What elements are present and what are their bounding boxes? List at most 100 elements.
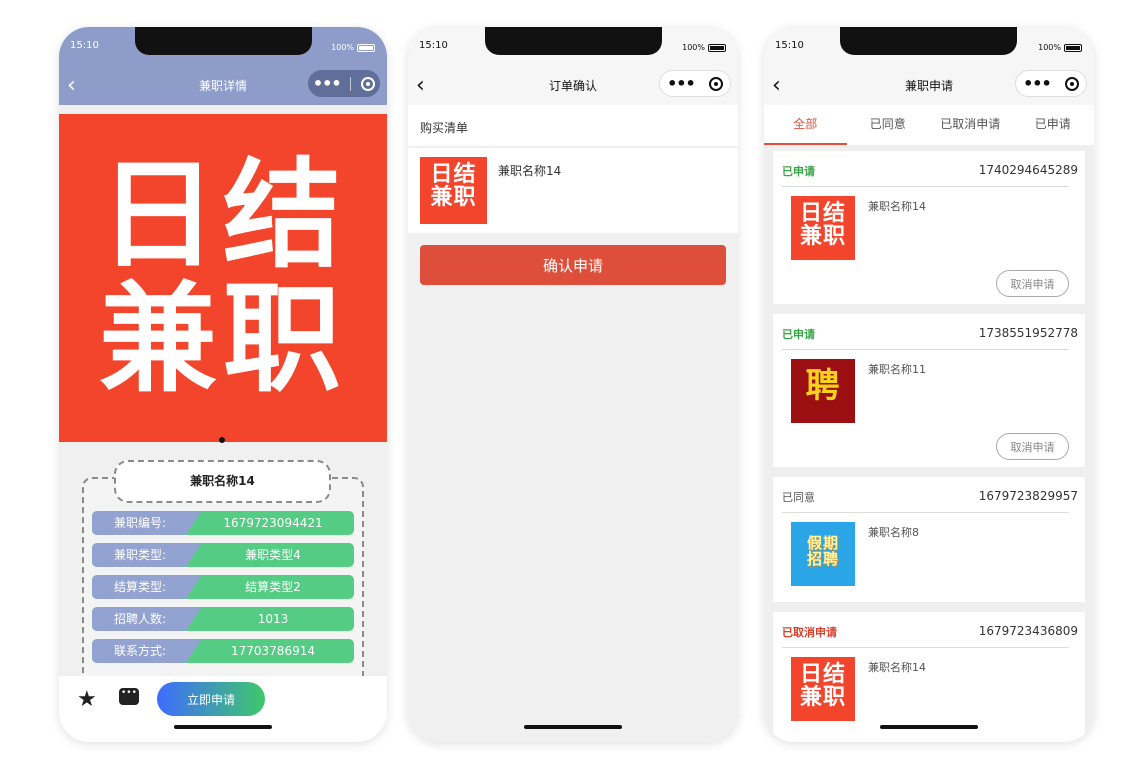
mini-program-capsule: ••• [308,70,380,97]
application-status: 已同意 [782,491,815,504]
info-row-contact: 17703786914 联系方式: [92,639,354,663]
navigation-bar: ‹ 兼职申请 ••• [764,67,1094,105]
mini-program-capsule: ••• [1015,70,1087,97]
job-thumbnail: 日结 兼职 [791,196,855,260]
application-card: 已申请 1740294645289 日结 兼职 兼职名称14 取消申请 [773,151,1085,304]
info-label: 招聘人数: [92,607,202,631]
application-card: 已申请 1738551952778 聘 兼职名称11 取消申请 [773,314,1085,467]
status-time: 15:10 [775,40,804,51]
battery-indicator: 100% [331,43,375,52]
divider [782,349,1069,350]
cancel-application-button[interactable]: 取消申请 [996,433,1069,460]
order-confirm-screen: 15:10 100% ‹ 订单确认 ••• 购买清单 日结 兼职 兼职名称14 … [408,27,738,742]
thumbnail-logo: 聘 [791,359,855,405]
close-target-icon[interactable] [1064,76,1079,91]
purchase-list-title: 购买清单 [408,105,738,147]
battery-icon [357,43,375,52]
info-row-id: 1679723094421 兼职编号: [92,511,354,535]
application-status: 已申请 [782,165,815,178]
home-indicator [880,725,978,729]
more-icon[interactable]: ••• [313,74,342,93]
job-detail-screen: 15:10 100% ‹ 兼职详情 ••• 日结 兼职 兼职名称14 16797… [59,27,387,742]
tab-cancelled[interactable]: 已取消申请 [929,105,1012,145]
job-applications-screen: 15:10 100% ‹ 兼职申请 ••• 全部 已同意 已取消申请 已申请 已… [764,27,1094,742]
bottom-action-bar: ★ 立即申请 [59,676,387,742]
job-thumbnail: 假期 招聘 [791,522,855,586]
info-label: 结算类型: [92,575,202,599]
thumbnail-logo-line-1: 日结 [799,201,846,226]
more-icon[interactable]: ••• [1023,74,1052,93]
divider [782,186,1069,187]
notch [840,27,1017,55]
tab-all[interactable]: 全部 [764,105,847,145]
status-time: 15:10 [419,40,448,51]
application-card: 已取消申请 1679723436809 日结 兼职 兼职名称14 [773,612,1085,742]
order-item: 日结 兼职 兼职名称14 [408,148,738,233]
cancel-application-button[interactable]: 取消申请 [996,270,1069,297]
navigation-bar: ‹ 订单确认 ••• [408,67,738,105]
thumbnail-logo: 日结 兼职 [791,196,855,248]
confirm-apply-button[interactable]: 确认申请 [420,245,726,285]
navigation-bar: ‹ 兼职详情 ••• [59,67,387,105]
notch [135,27,312,55]
status-time: 15:10 [70,40,99,51]
item-name: 兼职名称14 [498,164,562,178]
battery-icon [1064,43,1082,52]
info-label: 联系方式: [92,639,202,663]
capsule-divider [350,76,352,91]
job-name: 兼职名称8 [868,526,919,539]
thumbnail-logo-line-1: 日结 [430,162,477,187]
job-banner-image: 日结 兼职 [59,114,387,442]
more-icon[interactable]: ••• [667,74,696,93]
thumbnail-logo-line-2: 招聘 [806,549,839,568]
home-indicator [524,725,622,729]
thumbnail-logo-line-2: 兼职 [799,224,846,250]
thumbnail-logo-line-1: 日结 [799,662,846,687]
mini-program-capsule: ••• [659,70,731,97]
job-thumbnail: 日结 兼职 [420,157,487,224]
banner-logo: 日结 兼职 [59,153,387,408]
battery-text: 100% [1038,43,1061,52]
carousel-indicator[interactable] [219,437,225,443]
thumbnail-logo-line-1: 聘 [805,366,841,406]
battery-text: 100% [682,43,705,52]
order-number: 1679723829957 [978,489,1078,503]
application-status: 已取消申请 [782,626,837,639]
battery-text: 100% [331,43,354,52]
order-number: 1738551952778 [978,326,1078,340]
job-thumbnail: 聘 [791,359,855,423]
banner-logo-line-2: 兼职 [98,269,347,408]
apply-now-button[interactable]: 立即申请 [157,682,265,716]
battery-indicator: 100% [682,43,726,52]
thumbnail-logo: 假期 招聘 [791,522,855,568]
close-target-icon[interactable] [708,76,723,91]
application-status: 已申请 [782,328,815,341]
thumbnail-logo-line-2: 兼职 [430,185,477,211]
info-label: 兼职编号: [92,511,202,535]
notch [485,27,662,55]
info-row-headcount: 1013 招聘人数: [92,607,354,631]
job-name: 兼职名称11 [868,363,926,376]
order-number: 1679723436809 [978,624,1078,638]
thumbnail-logo: 日结 兼职 [791,657,855,709]
tab-approved[interactable]: 已同意 [847,105,930,145]
home-indicator [174,725,272,729]
info-row-type: 兼职类型4 兼职类型: [92,543,354,567]
order-number: 1740294645289 [978,163,1078,177]
thumbnail-logo-line-2: 兼职 [799,685,846,711]
filter-tabs: 全部 已同意 已取消申请 已申请 [764,105,1094,145]
chat-icon[interactable] [119,688,139,705]
job-thumbnail: 日结 兼职 [791,657,855,721]
job-name: 兼职名称14 [868,661,926,674]
tab-applied[interactable]: 已申请 [1012,105,1095,145]
divider [782,647,1069,648]
battery-indicator: 100% [1038,43,1082,52]
close-target-icon[interactable] [361,76,376,91]
job-name: 兼职名称14 [114,460,331,503]
battery-icon [708,43,726,52]
divider [782,512,1069,513]
info-row-settlement: 结算类型2 结算类型: [92,575,354,599]
application-card: 已同意 1679723829957 假期 招聘 兼职名称8 [773,477,1085,602]
thumbnail-logo: 日结 兼职 [420,157,487,209]
favorite-star-icon[interactable]: ★ [77,687,97,712]
